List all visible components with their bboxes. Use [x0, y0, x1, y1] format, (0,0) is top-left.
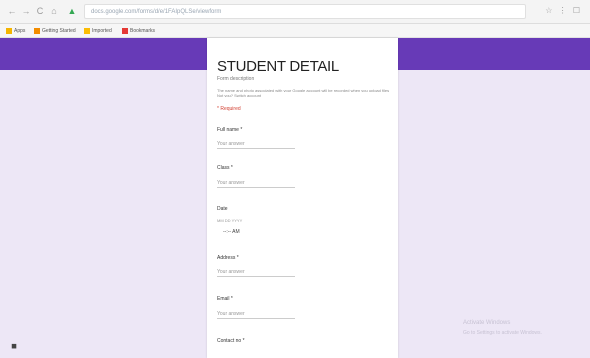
forward-icon[interactable]: → — [20, 5, 32, 17]
field-label-address: Address * — [217, 255, 239, 261]
address-bar[interactable]: docs.google.com/forms/d/e/1FAIpQLSe/view… — [84, 4, 526, 19]
home-icon[interactable]: ⌂ — [48, 5, 60, 17]
field-label-email: Email * — [217, 296, 233, 302]
form-card: STUDENT DETAIL Form description The name… — [207, 38, 398, 358]
date-input[interactable]: MM DD YYYY — [217, 218, 242, 223]
switch-account-link[interactable]: Not you? Switch account — [217, 94, 389, 97]
input-underline — [217, 148, 295, 149]
bookmark-apps[interactable]: Apps — [6, 27, 25, 35]
bookmarks-bar: Apps Getting Started Imported Bookmarks — [0, 24, 590, 38]
time-input[interactable]: --:-- AM — [223, 229, 240, 235]
full-name-input[interactable]: Your answer — [217, 141, 245, 147]
bookmark-getting-started[interactable]: Getting Started — [34, 27, 76, 35]
email-input[interactable]: Your answer — [217, 311, 245, 317]
field-label-contact: Contact no * — [217, 338, 245, 344]
bookmark-icon — [34, 27, 40, 34]
field-label-class: Class * — [217, 165, 233, 171]
reload-icon[interactable]: C — [34, 5, 46, 17]
required-note: * Required — [217, 106, 241, 112]
input-underline — [217, 318, 295, 319]
activation-watermark-text: Go to Settings to activate Windows. — [463, 330, 542, 336]
field-label-date: Date — [217, 206, 228, 212]
class-input[interactable]: Your answer — [217, 180, 245, 186]
folder-icon — [122, 27, 128, 34]
browser-toolbar: ← → C ⌂ ▲ docs.google.com/forms/d/e/1FAI… — [0, 0, 590, 24]
bookmark-bookmarks[interactable]: Bookmarks — [122, 27, 155, 35]
bookmark-label: Apps — [14, 28, 26, 34]
input-underline — [217, 187, 295, 188]
secure-icon: ▲ — [67, 6, 77, 16]
address-input[interactable]: Your answer — [217, 269, 245, 275]
field-label-full-name: Full name * — [217, 127, 243, 133]
back-icon[interactable]: ← — [6, 5, 18, 17]
folder-icon — [84, 27, 90, 34]
help-icon[interactable]: ◼ — [10, 343, 18, 351]
bookmark-label: Bookmarks — [130, 28, 156, 34]
bookmark-label: Getting Started — [42, 28, 76, 34]
bookmark-imported[interactable]: Imported — [84, 27, 112, 35]
account-notice: The name and photo associated with your … — [217, 89, 389, 92]
browser-menu-icons[interactable]: ☆ ⋮ ☐ — [545, 6, 582, 15]
page-background-left — [0, 70, 207, 358]
form-title: STUDENT DETAIL — [217, 58, 339, 75]
form-description: Form description — [217, 76, 255, 82]
page-background-right — [398, 70, 590, 358]
activation-watermark-title: Activate Windows — [463, 320, 511, 326]
input-underline — [217, 276, 295, 277]
apps-icon — [6, 27, 12, 34]
bookmark-label: Imported — [92, 28, 112, 34]
